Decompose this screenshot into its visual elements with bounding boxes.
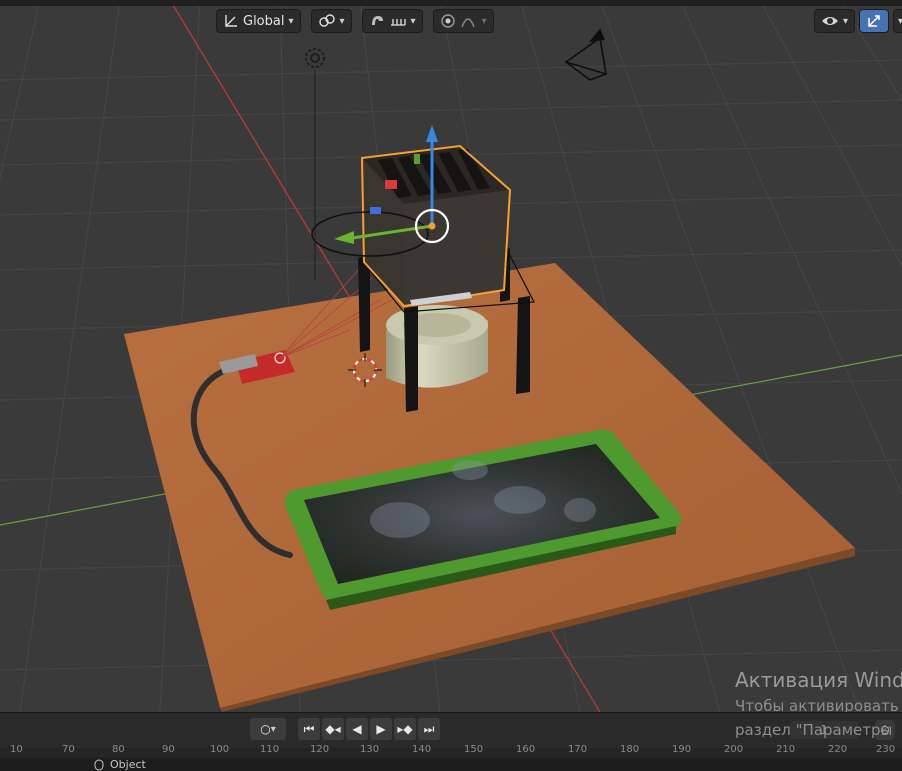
gizmo-dropdown[interactable]: ▾ <box>893 9 902 33</box>
chevron-down-icon: ▾ <box>339 15 345 27</box>
top-menu-strip <box>0 0 902 6</box>
status-object-mode: Object <box>94 758 146 771</box>
ruler-tick: 180 <box>620 744 640 755</box>
ruler-tick: 220 <box>828 744 848 755</box>
ruler-tick: 130 <box>360 744 380 755</box>
gizmo-icon <box>868 15 880 27</box>
header-right-tools: ▾ ▾ <box>814 8 902 34</box>
ruler-tick: 110 <box>260 744 280 755</box>
ruler-tick: 90 <box>162 744 175 755</box>
ruler-tick: 80 <box>112 744 125 755</box>
jump-start-icon: ⏮ <box>303 721 315 736</box>
ruler-tick: 160 <box>516 744 536 755</box>
snap-increment-icon <box>390 19 406 26</box>
snap-dropdown[interactable]: ▾ <box>361 9 423 33</box>
proportional-edit-toggle[interactable]: ▾ <box>432 9 494 33</box>
link-icon <box>318 14 335 27</box>
ruler-tick: 150 <box>464 744 484 755</box>
ruler-tick: 140 <box>412 744 432 755</box>
chevron-down-icon: ▾ <box>481 15 487 27</box>
scene-canvas[interactable] <box>0 0 902 712</box>
3d-viewport[interactable]: Global ▾ ▾ ▾ ▾ ▾ ▾ Активация Wind Чтобы … <box>0 0 902 712</box>
activation-watermark-line2: Чтобы активировать <box>735 697 899 712</box>
keying-dropdown[interactable]: ○ ▾ <box>250 718 286 740</box>
selectability-visibility-dropdown[interactable]: ▾ <box>814 9 856 33</box>
proportional-edit-icon <box>440 14 455 28</box>
activation-watermark-line3: раздел "Параметры <box>735 721 893 739</box>
ruler-tick: 190 <box>672 744 692 755</box>
play-reverse-icon: ◀ <box>352 722 362 736</box>
next-keyframe-button[interactable]: ▸◆ <box>394 718 416 740</box>
falloff-icon <box>460 18 475 28</box>
playback-controls: ○ ▾ ⏮ ◆◂ ◀ ▶ ▸◆ ⏭ <box>250 716 440 742</box>
timeline-ruler[interactable]: 10 70 80 90 100 110 120 130 140 150 160 … <box>0 744 902 758</box>
ruler-tick: 210 <box>776 744 796 755</box>
chevron-down-icon: ▾ <box>843 15 849 27</box>
selected-cube[interactable] <box>360 144 512 308</box>
jump-end-icon: ⏭ <box>423 721 435 736</box>
ruler-tick: 200 <box>724 744 744 755</box>
chevron-down-icon: ▾ <box>288 15 294 27</box>
header-center-tools: Global ▾ ▾ ▾ ▾ <box>216 8 494 34</box>
status-object-label: Object <box>110 758 146 771</box>
transform-orientation-label: Global <box>243 13 285 29</box>
ruler-tick: 100 <box>210 744 230 755</box>
ruler-tick: 70 <box>62 744 75 755</box>
play-icon: ▶ <box>376 722 386 736</box>
activation-watermark-title: Активация Wind <box>735 668 902 692</box>
visibility-icon <box>822 17 838 25</box>
jump-end-button[interactable]: ⏭ <box>418 718 440 740</box>
play-reverse-button[interactable]: ◀ <box>346 718 368 740</box>
camera-object[interactable] <box>564 28 608 81</box>
ruler-tick: 10 <box>10 744 23 755</box>
prev-keyframe-button[interactable]: ◆◂ <box>322 718 344 740</box>
record-icon: ○ <box>260 722 271 736</box>
chevron-down-icon: ▾ <box>270 723 276 735</box>
ruler-tick: 230 <box>876 744 896 755</box>
prev-keyframe-icon: ◆◂ <box>325 722 341 736</box>
chevron-down-icon: ▾ <box>410 15 416 27</box>
orientation-icon <box>225 15 237 27</box>
cylinder-object[interactable] <box>386 305 488 388</box>
next-keyframe-icon: ▸◆ <box>397 722 413 736</box>
mouse-icon <box>94 759 104 770</box>
pivot-point-dropdown[interactable]: ▾ <box>310 9 352 33</box>
transform-orientation-dropdown[interactable]: Global ▾ <box>216 9 301 33</box>
gizmo-toggle[interactable] <box>859 9 890 33</box>
chevron-down-icon: ▾ <box>898 15 902 27</box>
ruler-tick: 170 <box>568 744 588 755</box>
ruler-tick: 120 <box>310 744 330 755</box>
jump-start-button[interactable]: ⏮ <box>298 718 320 740</box>
snap-icon <box>371 16 383 25</box>
play-button[interactable]: ▶ <box>370 718 392 740</box>
